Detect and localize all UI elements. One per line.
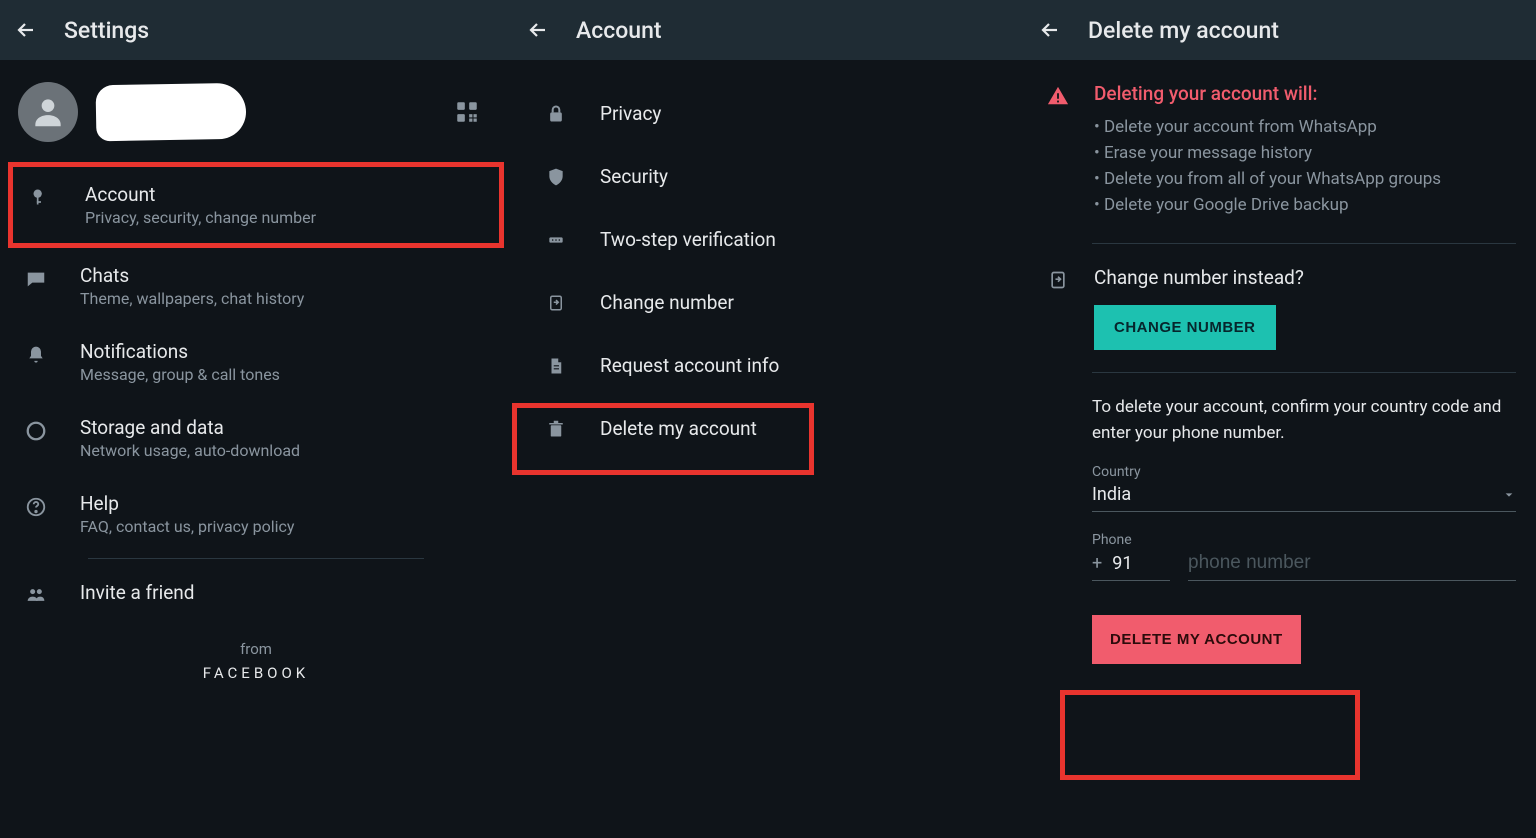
- warning-item: Delete you from all of your WhatsApp gro…: [1094, 169, 1441, 189]
- country-code: 91: [1112, 553, 1132, 574]
- settings-pane: Settings Account Privacy, security, chang…: [0, 0, 512, 838]
- item-label: Request account info: [600, 354, 779, 377]
- profile-row[interactable]: [0, 60, 512, 162]
- item-title: Notifications: [80, 340, 280, 363]
- warning-icon: [1047, 85, 1069, 107]
- settings-header: Settings: [0, 0, 512, 60]
- item-title: Account: [85, 183, 316, 206]
- warning-title: Deleting your account will:: [1094, 82, 1441, 105]
- item-label: Privacy: [600, 102, 661, 125]
- account-item-change-number[interactable]: Change number: [512, 271, 1024, 334]
- people-icon: [24, 585, 48, 605]
- data-usage-icon: [25, 420, 47, 442]
- key-icon: [31, 187, 51, 207]
- pin-icon: [544, 232, 568, 248]
- item-title: Chats: [80, 264, 304, 287]
- country-field[interactable]: Country India: [1092, 464, 1516, 512]
- from-facebook: from FACEBOOK: [0, 640, 512, 682]
- delete-account-pane: Delete my account Deleting your account …: [1024, 0, 1536, 838]
- account-list: Privacy Security Two-step verification C…: [512, 60, 1024, 460]
- qr-icon[interactable]: [454, 99, 480, 125]
- confirm-instructions: To delete your account, confirm your cou…: [1092, 395, 1516, 446]
- arrow-left-icon: [14, 18, 38, 42]
- plus-sign: +: [1092, 553, 1102, 574]
- shield-icon: [546, 166, 566, 188]
- lock-icon: [546, 103, 566, 125]
- sim-swap-icon: [1048, 268, 1068, 292]
- divider: [1092, 372, 1516, 373]
- item-desc: FAQ, contact us, privacy policy: [80, 517, 294, 536]
- settings-item-help[interactable]: Help FAQ, contact us, privacy policy: [8, 476, 504, 552]
- arrow-left-icon: [526, 18, 550, 42]
- account-header: Account: [512, 0, 1024, 60]
- account-item-privacy[interactable]: Privacy: [512, 82, 1024, 145]
- item-label: Change number: [600, 291, 734, 314]
- settings-item-storage[interactable]: Storage and data Network usage, auto-down…: [8, 400, 504, 476]
- item-label: Two-step verification: [600, 228, 776, 251]
- divider: [88, 558, 424, 559]
- warning-item: Delete your account from WhatsApp: [1094, 117, 1441, 137]
- country-code-box[interactable]: + 91: [1092, 553, 1170, 581]
- change-number-title: Change number instead?: [1094, 266, 1304, 289]
- item-desc: Theme, wallpapers, chat history: [80, 289, 304, 308]
- account-item-request-info[interactable]: Request account info: [512, 334, 1024, 397]
- change-number-section: Change number instead? CHANGE NUMBER: [1044, 266, 1516, 350]
- phone-label: Phone: [1092, 532, 1516, 548]
- divider: [1092, 243, 1516, 244]
- settings-item-invite[interactable]: Invite a friend: [8, 565, 504, 622]
- settings-list: AccountPrivacy, security, change number …: [0, 162, 512, 622]
- document-icon: [547, 355, 565, 377]
- back-button[interactable]: [524, 16, 552, 44]
- item-title: Invite a friend: [80, 581, 194, 604]
- settings-item-notifications[interactable]: Notifications Message, group & call tones: [8, 324, 504, 400]
- account-pane: Account Privacy Security Two-step verifi…: [512, 0, 1024, 838]
- avatar: [18, 82, 78, 142]
- change-number-button[interactable]: CHANGE NUMBER: [1094, 305, 1276, 350]
- item-title: Help: [80, 492, 294, 515]
- person-icon: [29, 93, 67, 131]
- item-title: Storage and data: [80, 416, 300, 439]
- country-value: India: [1092, 484, 1131, 505]
- back-button[interactable]: [1036, 16, 1064, 44]
- sim-swap-icon: [547, 292, 565, 314]
- warning-item: Delete your Google Drive backup: [1094, 195, 1441, 215]
- settings-item-chats[interactable]: Chats Theme, wallpapers, chat history: [8, 248, 504, 324]
- help-icon: [25, 496, 47, 518]
- bell-icon: [26, 344, 46, 366]
- item-label: Security: [600, 165, 668, 188]
- page-title: Delete my account: [1088, 17, 1279, 44]
- account-item-two-step[interactable]: Two-step verification: [512, 208, 1024, 271]
- item-desc: Message, group & call tones: [80, 365, 280, 384]
- qr-code-icon: [454, 99, 480, 125]
- settings-item-account[interactable]: Account Privacy, security, change number: [8, 162, 504, 248]
- warning-section: Deleting your account will: Delete your …: [1044, 82, 1516, 221]
- page-title: Account: [576, 17, 662, 44]
- page-title: Settings: [64, 17, 149, 44]
- item-desc: Network usage, auto-download: [80, 441, 300, 460]
- delete-account-button[interactable]: DELETE MY ACCOUNT: [1092, 615, 1301, 664]
- warning-item: Erase your message history: [1094, 143, 1441, 163]
- trash-icon: [547, 418, 565, 440]
- chat-icon: [25, 268, 47, 290]
- dropdown-icon: [1502, 490, 1516, 500]
- phone-input[interactable]: [1188, 552, 1516, 581]
- from-label: from: [0, 640, 512, 658]
- country-label: Country: [1092, 464, 1516, 480]
- arrow-left-icon: [1038, 18, 1062, 42]
- warning-list: Delete your account from WhatsApp Erase …: [1094, 117, 1441, 215]
- delete-header: Delete my account: [1024, 0, 1536, 60]
- back-button[interactable]: [12, 16, 40, 44]
- highlight-box: [1060, 690, 1360, 780]
- phone-field: Phone + 91: [1092, 532, 1516, 581]
- facebook-label: FACEBOOK: [0, 664, 512, 682]
- item-label: Delete my account: [600, 417, 757, 440]
- account-item-security[interactable]: Security: [512, 145, 1024, 208]
- account-item-delete[interactable]: Delete my account: [512, 397, 1024, 460]
- redacted-name: [96, 83, 247, 142]
- item-desc: Privacy, security, change number: [85, 208, 316, 227]
